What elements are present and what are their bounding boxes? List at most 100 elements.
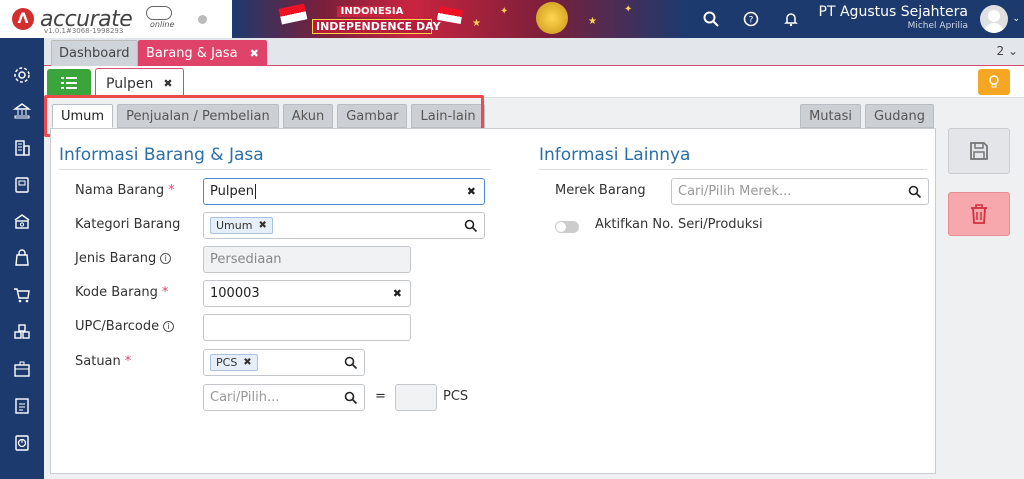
- text-cursor: [254, 184, 256, 199]
- kode-barang-value: 100003: [210, 286, 260, 301]
- svg-text:?: ?: [749, 16, 754, 26]
- flag-icon: [278, 3, 308, 25]
- bank-icon[interactable]: [11, 100, 33, 122]
- document-bar: Pulpen ✖: [44, 66, 1024, 98]
- konversi-satuan-field[interactable]: Cari/Pilih...: [203, 384, 365, 411]
- status-dot-icon: [198, 15, 207, 24]
- money-icon[interactable]: [11, 210, 33, 232]
- search-icon: [344, 391, 358, 405]
- remove-chip-icon[interactable]: ✖: [258, 220, 266, 231]
- search-icon[interactable]: [700, 8, 722, 30]
- document-tab-pulpen[interactable]: Pulpen ✖: [95, 68, 184, 98]
- garuda-icon: [536, 2, 568, 34]
- save-button[interactable]: [948, 128, 1010, 174]
- star-icon: ★: [472, 18, 481, 29]
- avatar[interactable]: [980, 5, 1008, 33]
- company-info[interactable]: PT Agustus Sejahtera Michel Aprilia: [819, 4, 968, 31]
- konversi-unit: PCS: [443, 389, 469, 404]
- satuan-label: Satuan *: [75, 354, 132, 369]
- cart-icon[interactable]: [11, 284, 33, 306]
- report-icon[interactable]: [11, 432, 33, 454]
- tab-count: 2: [996, 44, 1005, 58]
- serial-number-label: Aktifkan No. Seri/Produksi: [595, 217, 763, 232]
- asset-icon[interactable]: [11, 358, 33, 380]
- satuan-field[interactable]: PCS ✖: [203, 349, 365, 376]
- user-name: Michel Aprilia: [907, 21, 968, 31]
- tab-mutasi[interactable]: Mutasi: [800, 104, 861, 128]
- gear-icon[interactable]: [11, 64, 33, 86]
- info-icon: i: [160, 253, 172, 264]
- delete-button[interactable]: [948, 192, 1010, 236]
- info-icon: i: [163, 321, 175, 332]
- required-mark: *: [161, 285, 169, 300]
- upc-barcode-input[interactable]: [203, 314, 411, 341]
- star-icon: ✦: [624, 4, 633, 15]
- kategori-barang-label: Kategori Barang: [75, 217, 181, 232]
- tab-dashboard[interactable]: Dashboard: [51, 40, 138, 66]
- banner-line-2: INDEPENDENCE DAY: [312, 19, 441, 34]
- main-content: Umum Penjualan / Pembelian Akun Gambar L…: [44, 95, 1024, 479]
- book-icon[interactable]: [11, 174, 33, 196]
- cloud-icon: [146, 6, 172, 20]
- satuan-chip: PCS ✖: [210, 354, 258, 371]
- search-icon: [464, 219, 478, 233]
- tab-barang-jasa[interactable]: Barang & Jasa ✖: [138, 40, 267, 66]
- clear-icon[interactable]: ✖: [467, 185, 476, 198]
- required-mark: *: [168, 183, 175, 198]
- close-icon[interactable]: ✖: [250, 47, 259, 60]
- merek-barang-label: Merek Barang: [555, 183, 646, 198]
- konversi-placeholder: Cari/Pilih...: [210, 390, 280, 405]
- section-divider: [539, 169, 927, 170]
- merek-placeholder: Cari/Pilih Merek...: [678, 184, 792, 199]
- clear-icon[interactable]: ✖: [393, 287, 402, 300]
- close-icon[interactable]: ✖: [163, 77, 172, 90]
- company-name: PT Agustus Sejahtera: [818, 4, 968, 20]
- bell-icon[interactable]: [780, 8, 802, 30]
- nama-barang-input[interactable]: Pulpen ✖: [203, 178, 485, 205]
- remove-chip-icon[interactable]: ✖: [243, 357, 251, 368]
- search-icon: [908, 185, 922, 199]
- list-view-button[interactable]: [47, 69, 91, 97]
- section-title-informasi-barang: Informasi Barang & Jasa: [59, 145, 264, 165]
- nama-barang-value: Pulpen: [210, 184, 254, 199]
- list-icon: [61, 77, 77, 89]
- jenis-barang-label: Jenis Barang i: [75, 251, 172, 266]
- independence-day-banner: INDONESIA INDEPENDENCE DAY ★ ✦ ★ ✦: [232, 0, 684, 38]
- save-icon: [970, 142, 988, 160]
- bag-icon[interactable]: [11, 247, 33, 269]
- kode-barang-input[interactable]: 100003 ✖: [203, 280, 411, 307]
- star-icon: ★: [588, 16, 597, 27]
- konversi-qty-input[interactable]: [395, 384, 437, 411]
- banner-line-1: INDONESIA: [336, 6, 408, 17]
- tax-icon[interactable]: [11, 395, 33, 417]
- brand-suffix: online: [150, 20, 175, 29]
- jenis-barang-value: Persediaan: [210, 252, 282, 267]
- merek-barang-field[interactable]: Cari/Pilih Merek...: [671, 178, 929, 205]
- kode-barang-label: Kode Barang *: [75, 285, 169, 300]
- logo[interactable]: Λ accurate online v1.0.1#3068-1998293: [0, 0, 232, 38]
- tab-count-dropdown[interactable]: 2 ⌄: [996, 44, 1018, 58]
- chevron-down-icon: ⌄: [1007, 44, 1018, 58]
- kategori-chip: Umum ✖: [210, 217, 273, 234]
- inventory-icon[interactable]: [11, 321, 33, 343]
- bulb-icon[interactable]: [978, 69, 1010, 95]
- section-title-informasi-lainnya: Informasi Lainnya: [539, 145, 691, 165]
- module-tab-bar: Dashboard Barang & Jasa ✖ 2 ⌄: [44, 38, 1024, 66]
- kategori-barang-field[interactable]: Umum ✖: [203, 212, 485, 239]
- trash-icon: [971, 204, 987, 224]
- star-icon: ✦: [500, 6, 509, 17]
- chevron-down-icon[interactable]: ⌄: [1012, 14, 1020, 24]
- tab-gudang[interactable]: Gudang: [864, 104, 934, 128]
- search-icon: [344, 356, 358, 370]
- form-tabs-right: Mutasi Gudang: [800, 104, 934, 128]
- app-version: v1.0.1#3068-1998293: [44, 27, 124, 35]
- building-icon[interactable]: [11, 137, 33, 159]
- equals-sign: =: [375, 389, 386, 404]
- accurate-logo-icon: Λ: [12, 8, 34, 30]
- jenis-barang-field[interactable]: Persediaan: [203, 246, 411, 273]
- serial-number-toggle[interactable]: [555, 221, 579, 233]
- help-icon[interactable]: ?: [740, 8, 762, 30]
- sidebar: [0, 38, 44, 479]
- section-divider: [59, 169, 491, 170]
- upc-barcode-label: UPC/Barcode i: [75, 319, 175, 334]
